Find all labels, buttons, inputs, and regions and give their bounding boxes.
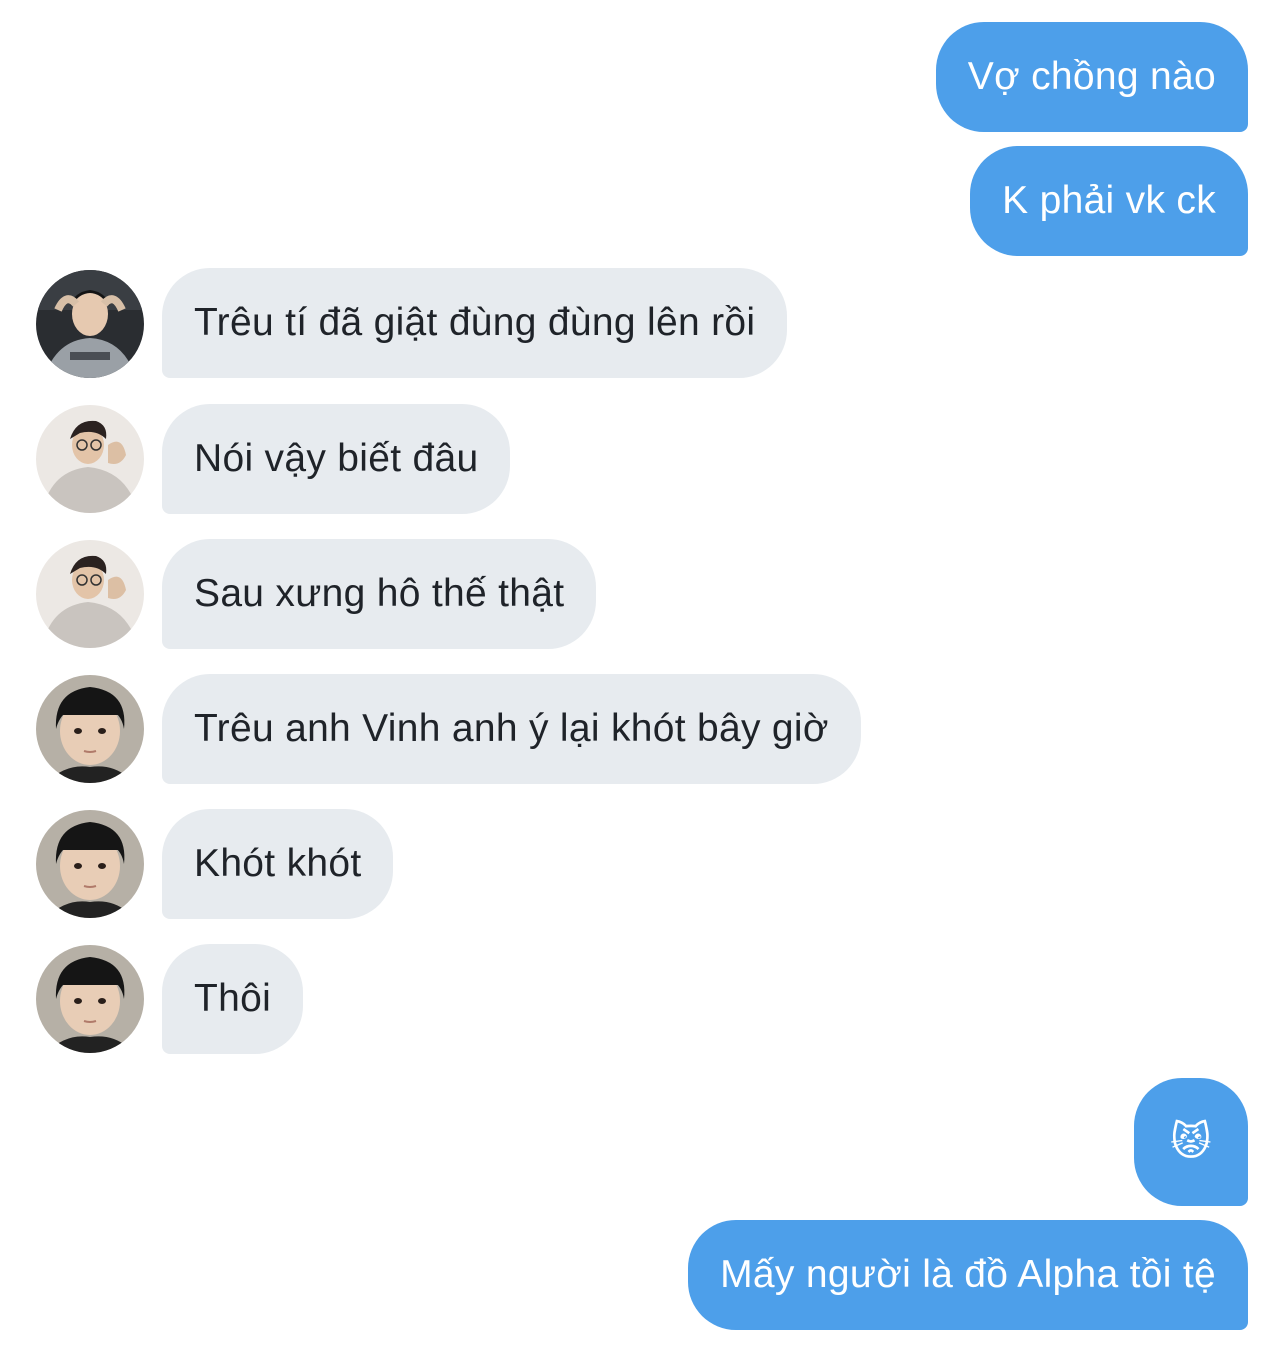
outgoing-emoji-message[interactable]: 😾	[1134, 1078, 1248, 1206]
avatar-user2[interactable]	[36, 540, 144, 648]
message-text: Trêu tí đã giật đùng đùng lên rồi	[194, 301, 756, 344]
outgoing-message[interactable]: K phải vk ck	[970, 146, 1248, 256]
incoming-message[interactable]: Trêu tí đã giật đùng đùng lên rồi	[162, 268, 788, 378]
incoming-message[interactable]: Sau xưng hô thế thật	[162, 539, 597, 649]
message-text: Trêu anh Vinh anh ý lại khót bây giờ	[194, 707, 829, 750]
message-text: Vợ chồng nào	[967, 55, 1216, 98]
incoming-message[interactable]: Nói vậy biết đâu	[162, 404, 511, 514]
message-text: Khót khót	[194, 842, 362, 885]
message-text: Sau xưng hô thế thật	[194, 572, 565, 615]
avatar-user2[interactable]	[36, 405, 144, 513]
avatar-user1[interactable]	[36, 270, 144, 378]
avatar-user3[interactable]	[36, 945, 144, 1053]
message-text: Thôi	[194, 977, 272, 1020]
incoming-message[interactable]: Trêu anh Vinh anh ý lại khót bây giờ	[162, 674, 861, 784]
incoming-message[interactable]: Khót khót	[162, 809, 394, 919]
message-text: Mấy người là đồ Alpha tồi tệ	[720, 1253, 1216, 1296]
message-text: K phải vk ck	[1002, 179, 1216, 222]
message-text: Nói vậy biết đâu	[194, 437, 479, 480]
pouting-cat-icon: 😾	[1170, 1120, 1212, 1164]
outgoing-message[interactable]: Mấy người là đồ Alpha tồi tệ	[688, 1220, 1248, 1330]
avatar-user3[interactable]	[36, 810, 144, 918]
outgoing-message[interactable]: Vợ chồng nào	[935, 22, 1248, 132]
chat-screen: { "messages": [ {"from": "me", "text": "…	[0, 0, 1284, 1361]
incoming-message[interactable]: Thôi	[162, 944, 304, 1054]
avatar-user3[interactable]	[36, 675, 144, 783]
